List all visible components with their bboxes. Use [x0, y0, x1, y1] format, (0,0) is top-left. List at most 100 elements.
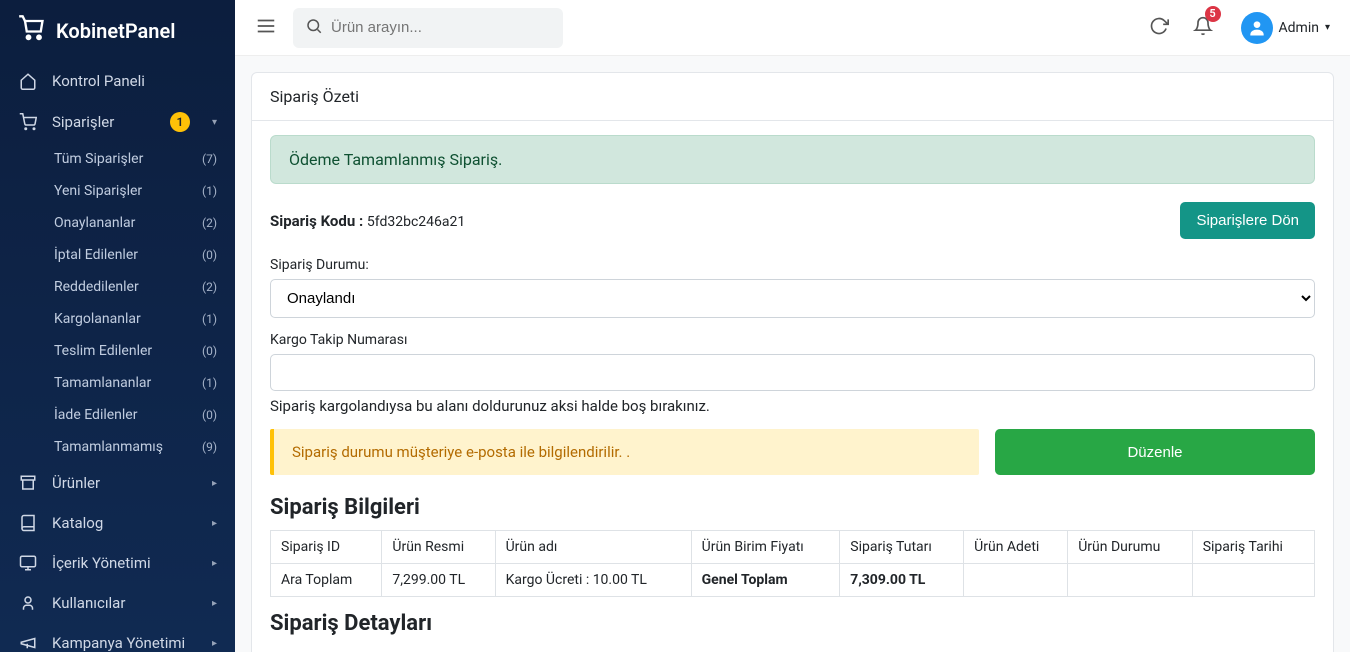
- notification-badge: 5: [1205, 6, 1221, 22]
- grand-total-value: 7,309.00 TL: [840, 564, 964, 597]
- sidebar-sub-count: (0): [202, 248, 217, 262]
- sidebar-sub-label: İptal Edilenler: [54, 247, 138, 263]
- chevron-right-icon: ▸: [212, 638, 217, 649]
- sidebar-sub-item[interactable]: İptal Edilenler (0): [0, 239, 235, 271]
- subtotal-label: Ara Toplam: [271, 564, 382, 597]
- sidebar-item-label: Kontrol Paneli: [52, 72, 217, 90]
- info-alert: Sipariş durumu müşteriye e-posta ile bil…: [270, 429, 979, 475]
- back-to-orders-button[interactable]: Siparişlere Dön: [1180, 202, 1315, 239]
- sidebar-sub-item[interactable]: Kargolananlar (1): [0, 303, 235, 335]
- order-code-value: 5fd32bc246a21: [367, 214, 465, 230]
- sidebar-item-products[interactable]: Ürünler ▸: [0, 463, 235, 503]
- table-header: Sipariş Tutarı: [840, 531, 964, 564]
- table-header: Sipariş Tarihi: [1192, 531, 1314, 564]
- sidebar-sub-count: (2): [202, 216, 217, 230]
- menu-toggle-button[interactable]: [255, 15, 277, 41]
- table-header: Ürün Birim Fiyatı: [691, 531, 840, 564]
- sidebar-item-users[interactable]: Kullanıcılar ▸: [0, 583, 235, 623]
- sidebar-sub-label: Teslim Edilenler: [54, 343, 152, 359]
- sidebar-sub-item[interactable]: Teslim Edilenler(0): [0, 335, 235, 367]
- tracking-label: Kargo Takip Numarası: [270, 332, 1315, 348]
- search-input[interactable]: [331, 19, 551, 36]
- book-icon: [18, 514, 38, 532]
- sidebar-sub-count: (7): [202, 152, 217, 166]
- success-alert: Ödeme Tamamlanmış Sipariş.: [270, 135, 1315, 184]
- tracking-help-text: Sipariş kargolandıysa bu alanı doldurunu…: [270, 397, 1315, 415]
- subtotal-value: 7,299.00 TL: [382, 564, 495, 597]
- sidebar-item-dashboard[interactable]: Kontrol Paneli: [0, 61, 235, 101]
- sidebar-sub-count: (1): [202, 312, 217, 326]
- order-info-table: Sipariş IDÜrün ResmiÜrün adıÜrün Birim F…: [270, 530, 1315, 597]
- card-title: Sipariş Özeti: [252, 73, 1333, 121]
- user-menu[interactable]: Admin ▾: [1241, 12, 1330, 44]
- empty-cell: [1192, 564, 1314, 597]
- sidebar-item-label: Kullanıcılar: [52, 594, 198, 612]
- refresh-button[interactable]: [1145, 12, 1173, 44]
- sidebar-sub-label: Reddedilenler: [54, 279, 139, 295]
- sidebar-sub-count: (0): [202, 408, 217, 422]
- monitor-icon: [18, 554, 38, 572]
- sidebar-item-label: Kampanya Yönetimi: [52, 634, 198, 652]
- brand-title: KobinetPanel: [56, 19, 175, 43]
- empty-cell: [1068, 564, 1193, 597]
- chevron-down-icon: ▾: [1325, 22, 1330, 33]
- table-header: Ürün adı: [495, 531, 691, 564]
- sidebar-sub-item[interactable]: Tamamlananlar(1): [0, 367, 235, 399]
- sidebar-sub-label: Tüm Siparişler: [54, 151, 143, 167]
- sidebar-sub-item[interactable]: Onaylananlar (2): [0, 207, 235, 239]
- order-code-row: Sipariş Kodu : 5fd32bc246a21: [270, 212, 465, 230]
- search-icon: [305, 17, 323, 39]
- sidebar-item-label: Ürünler: [52, 474, 198, 492]
- sidebar-sub-label: İade Edilenler: [54, 407, 137, 423]
- sidebar-sub-item[interactable]: Tamamlanmamış(9): [0, 431, 235, 463]
- table-header: Sipariş ID: [271, 531, 382, 564]
- table-header: Ürün Durumu: [1068, 531, 1193, 564]
- sidebar-item-campaigns[interactable]: Kampanya Yönetimi ▸: [0, 623, 235, 652]
- sidebar-sub-count: (1): [202, 376, 217, 390]
- order-summary-card: Sipariş Özeti Ödeme Tamamlanmış Sipariş.…: [251, 72, 1334, 652]
- sidebar-item-content[interactable]: İçerik Yönetimi ▸: [0, 543, 235, 583]
- chevron-right-icon: ▸: [212, 518, 217, 529]
- sidebar-item-label: Siparişler: [52, 113, 156, 131]
- edit-button[interactable]: Düzenle: [995, 429, 1315, 475]
- sidebar-sub-count: (9): [202, 440, 217, 454]
- sidebar-sub-item[interactable]: Tüm Siparişler (7): [0, 143, 235, 175]
- avatar-icon: [1241, 12, 1273, 44]
- brand[interactable]: KobinetPanel: [0, 0, 235, 61]
- orders-badge: 1: [170, 112, 190, 132]
- sidebar-sub-item[interactable]: İade Edilenler (0): [0, 399, 235, 431]
- status-select[interactable]: Onaylandı: [270, 279, 1315, 318]
- chevron-right-icon: ▸: [212, 598, 217, 609]
- empty-cell: [964, 564, 1068, 597]
- shipping-fee: Kargo Ücreti : 10.00 TL: [495, 564, 691, 597]
- sidebar-item-label: Katalog: [52, 514, 198, 532]
- notifications-button[interactable]: 5: [1189, 12, 1217, 44]
- archive-icon: [18, 474, 38, 492]
- user-icon: [18, 594, 38, 612]
- sidebar-sub-label: Onaylananlar: [54, 215, 135, 231]
- chevron-right-icon: ▸: [212, 558, 217, 569]
- table-header: Ürün Resmi: [382, 531, 495, 564]
- order-code-label: Sipariş Kodu :: [270, 212, 367, 230]
- success-alert-text: Ödeme Tamamlanmış Sipariş.: [289, 150, 502, 169]
- home-icon: [18, 72, 38, 90]
- sidebar-sub-item[interactable]: Yeni Siparişler(1): [0, 175, 235, 207]
- cart-icon: [18, 113, 38, 131]
- sidebar-sub-label: Kargolananlar: [54, 311, 141, 327]
- tracking-input[interactable]: [270, 354, 1315, 391]
- sidebar-item-orders[interactable]: Siparişler 1 ▾: [0, 101, 235, 143]
- section-info-title: Sipariş Bilgileri: [270, 495, 1315, 520]
- topbar: 5 Admin ▾: [235, 0, 1350, 56]
- user-name: Admin: [1279, 20, 1319, 36]
- megaphone-icon: [18, 634, 38, 652]
- sidebar-item-catalog[interactable]: Katalog ▸: [0, 503, 235, 543]
- table-row: Ara Toplam 7,299.00 TL Kargo Ücreti : 10…: [271, 564, 1315, 597]
- sidebar: KobinetPanel Kontrol Paneli Siparişler 1…: [0, 0, 235, 652]
- sidebar-sub-count: (1): [202, 184, 217, 198]
- grand-total-label: Genel Toplam: [691, 564, 840, 597]
- cart-logo-icon: [18, 14, 46, 47]
- sidebar-sub-count: (2): [202, 280, 217, 294]
- sidebar-sub-item[interactable]: Reddedilenler (2): [0, 271, 235, 303]
- search-box[interactable]: [293, 8, 563, 48]
- chevron-down-icon: ▾: [212, 117, 217, 128]
